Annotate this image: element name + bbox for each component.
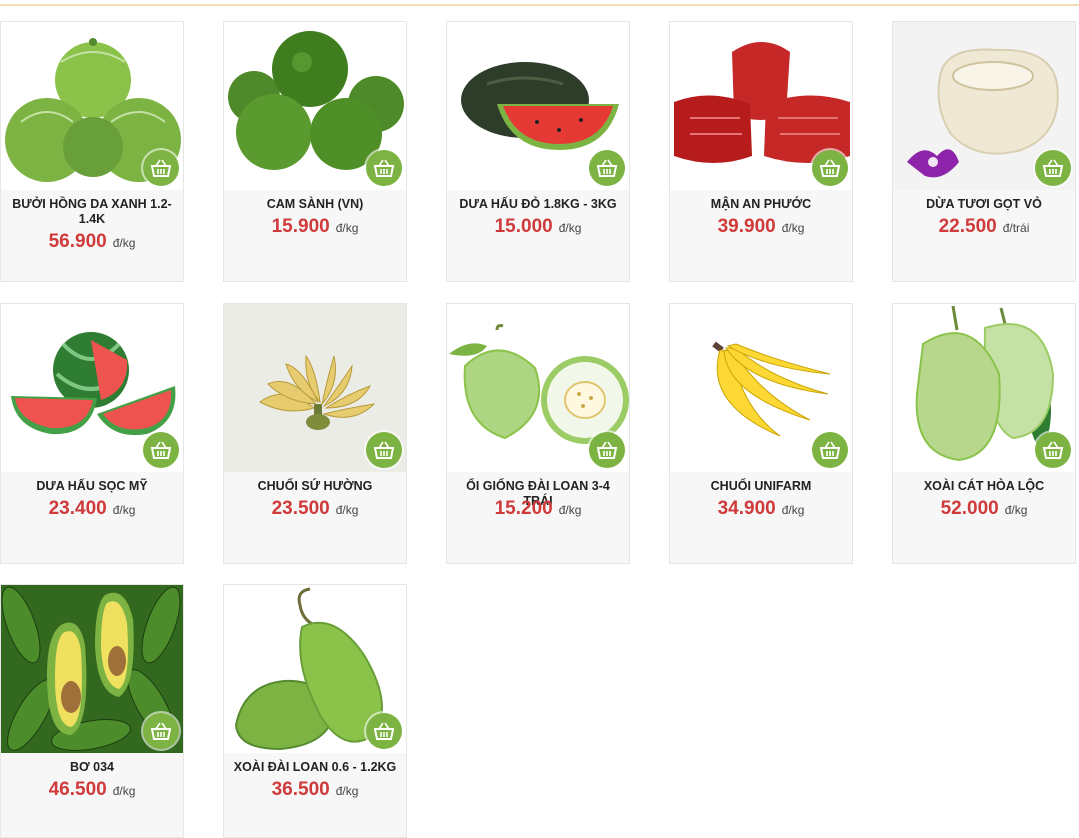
product-card[interactable]: XOÀI CÁT HÒA LỘC 52.000 đ/kg <box>892 303 1076 564</box>
price-unit: đ/kg <box>112 784 136 798</box>
price-unit: đ/kg <box>112 236 136 250</box>
product-price: 34.900 <box>717 498 776 519</box>
basket-icon <box>819 159 841 177</box>
price-row: 46.500 đ/kg <box>1 779 183 801</box>
product-price: 15.000 <box>494 216 553 237</box>
price-unit: đ/kg <box>1004 503 1028 517</box>
price-unit: đ/kg <box>558 503 582 517</box>
product-price: 36.500 <box>271 779 330 800</box>
product-name[interactable]: BƠ 034 <box>9 760 175 775</box>
product-price: 23.500 <box>271 498 330 519</box>
add-to-cart-button[interactable] <box>143 713 179 749</box>
basket-icon <box>150 441 172 459</box>
add-to-cart-button[interactable] <box>812 150 848 186</box>
add-to-cart-button[interactable] <box>812 432 848 468</box>
product-price: 46.500 <box>48 779 107 800</box>
product-name[interactable]: MẬN AN PHƯỚC <box>678 197 844 212</box>
product-name[interactable]: CHUỐI SỨ HƯỜNG <box>232 479 398 494</box>
product-name[interactable]: BƯỞI HỒNG DA XANH 1.2-1.4K <box>9 197 175 227</box>
product-price: 52.000 <box>940 498 999 519</box>
price-unit: đ/trái <box>1002 221 1030 235</box>
product-name[interactable]: XOÀI ĐÀI LOAN 0.6 - 1.2KG <box>232 760 398 775</box>
price-row: 22.500 đ/trái <box>893 216 1075 238</box>
product-card[interactable]: DƯA HẤU SỌC MỸ 23.400 đ/kg <box>0 303 184 564</box>
product-card[interactable]: XOÀI ĐÀI LOAN 0.6 - 1.2KG 36.500 đ/kg <box>223 584 407 838</box>
add-to-cart-button[interactable] <box>589 432 625 468</box>
product-card[interactable]: BƯỞI HỒNG DA XANH 1.2-1.4K 56.900 đ/kg <box>0 21 184 282</box>
product-name[interactable]: DỪA TƯƠI GỌT VỎ <box>901 197 1067 212</box>
price-row: 15.200 đ/kg <box>447 498 629 520</box>
price-row: 15.900 đ/kg <box>224 216 406 238</box>
add-to-cart-button[interactable] <box>366 713 402 749</box>
product-name[interactable]: CHUỐI UNIFARM <box>678 479 844 494</box>
price-row: 36.500 đ/kg <box>224 779 406 801</box>
basket-icon <box>819 441 841 459</box>
basket-icon <box>150 159 172 177</box>
price-unit: đ/kg <box>781 221 805 235</box>
product-name[interactable]: DƯA HẤU SỌC MỸ <box>9 479 175 494</box>
product-card[interactable]: CAM SÀNH (VN) 15.900 đ/kg <box>223 21 407 282</box>
product-card[interactable]: CHUỐI UNIFARM 34.900 đ/kg <box>669 303 853 564</box>
add-to-cart-button[interactable] <box>366 150 402 186</box>
price-row: 34.900 đ/kg <box>670 498 852 520</box>
product-card[interactable]: ỔI GIỐNG ĐÀI LOAN 3-4 TRÁI 15.200 đ/kg <box>446 303 630 564</box>
add-to-cart-button[interactable] <box>143 150 179 186</box>
product-price: 22.500 <box>938 216 997 237</box>
price-unit: đ/kg <box>558 221 582 235</box>
basket-icon <box>596 159 618 177</box>
product-name[interactable]: DƯA HẤU ĐỎ 1.8KG - 3KG <box>455 197 621 212</box>
add-to-cart-button[interactable] <box>366 432 402 468</box>
basket-icon <box>1042 159 1064 177</box>
add-to-cart-button[interactable] <box>589 150 625 186</box>
price-unit: đ/kg <box>335 221 359 235</box>
product-price: 15.900 <box>271 216 330 237</box>
basket-icon <box>596 441 618 459</box>
product-price: 56.900 <box>48 231 107 252</box>
product-card[interactable]: MẬN AN PHƯỚC 39.900 đ/kg <box>669 21 853 282</box>
product-card[interactable]: CHUỐI SỨ HƯỜNG 23.500 đ/kg <box>223 303 407 564</box>
product-card[interactable]: BƠ 034 46.500 đ/kg <box>0 584 184 838</box>
price-unit: đ/kg <box>335 503 359 517</box>
price-row: 23.400 đ/kg <box>1 498 183 520</box>
basket-icon <box>1042 441 1064 459</box>
basket-icon <box>373 441 395 459</box>
price-unit: đ/kg <box>781 503 805 517</box>
basket-icon <box>150 722 172 740</box>
add-to-cart-button[interactable] <box>1035 432 1071 468</box>
price-row: 56.900 đ/kg <box>1 231 183 253</box>
basket-icon <box>373 722 395 740</box>
product-name[interactable]: XOÀI CÁT HÒA LỘC <box>901 479 1067 494</box>
product-name[interactable]: CAM SÀNH (VN) <box>232 197 398 212</box>
top-divider <box>0 4 1079 6</box>
basket-icon <box>373 159 395 177</box>
product-price: 23.400 <box>48 498 107 519</box>
add-to-cart-button[interactable] <box>1035 150 1071 186</box>
product-card[interactable]: DƯA HẤU ĐỎ 1.8KG - 3KG 15.000 đ/kg <box>446 21 630 282</box>
price-row: 52.000 đ/kg <box>893 498 1075 520</box>
add-to-cart-button[interactable] <box>143 432 179 468</box>
product-price: 15.200 <box>494 498 553 519</box>
price-row: 15.000 đ/kg <box>447 216 629 238</box>
price-unit: đ/kg <box>112 503 136 517</box>
product-price: 39.900 <box>717 216 776 237</box>
price-row: 23.500 đ/kg <box>224 498 406 520</box>
price-unit: đ/kg <box>335 784 359 798</box>
price-row: 39.900 đ/kg <box>670 216 852 238</box>
product-card[interactable]: DỪA TƯƠI GỌT VỎ 22.500 đ/trái <box>892 21 1076 282</box>
